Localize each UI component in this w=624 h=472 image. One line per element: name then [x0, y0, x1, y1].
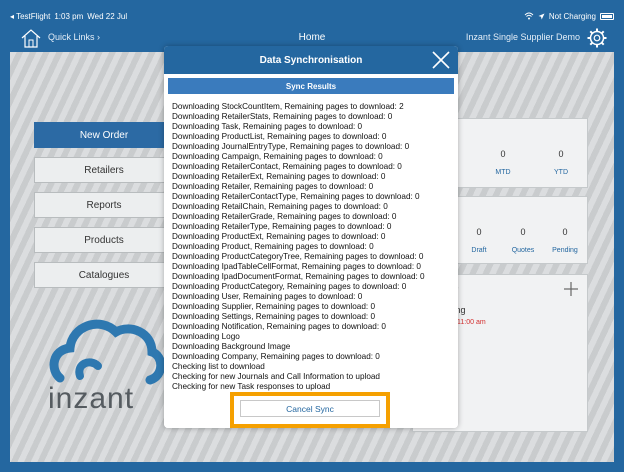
log-line: Downloading RetailerGrade, Remaining pag… — [172, 212, 397, 221]
log-line: Downloading ProductExt, Remaining pages … — [172, 232, 386, 241]
log-line: Downloading JournalEntryType, Remaining … — [172, 142, 410, 151]
log-line: Downloading ProductList, Remaining pages… — [172, 132, 387, 141]
log-line: Downloading IpadTableCellFormat, Remaini… — [172, 262, 421, 271]
stat-value: 0 — [476, 227, 482, 237]
add-icon[interactable] — [563, 281, 579, 297]
carrier-label: ◂ TestFlight — [10, 11, 51, 21]
log-line: Downloading Background Image — [172, 342, 291, 351]
new-order-button[interactable]: New Order — [34, 122, 174, 148]
stat-quotes[interactable]: 0 Quotes — [503, 227, 543, 254]
modal-header: Data Synchronisation — [164, 46, 458, 74]
log-line: Checking for new Journals and Call Infor… — [172, 372, 380, 381]
log-line: Downloading Task, Remaining pages to dow… — [172, 122, 363, 131]
status-date: Wed 22 Jul — [87, 11, 128, 21]
log-line: Downloading Settings, Remaining pages to… — [172, 312, 376, 321]
modal-title: Data Synchronisation — [259, 54, 363, 66]
catalogues-button[interactable]: Catalogues — [34, 262, 174, 288]
log-line: Downloading Logo — [172, 332, 240, 341]
stat-mtd: 0 MTD — [483, 149, 523, 176]
stat-label: Pending — [552, 247, 578, 254]
stat-value: 0 — [562, 227, 568, 237]
log-line: Checking for new Task responses to uploa… — [172, 382, 331, 391]
log-line: Downloading Campaign, Remaining pages to… — [172, 152, 383, 161]
status-time: 1:03 pm — [54, 11, 84, 21]
location-icon — [538, 13, 545, 19]
wifi-icon — [524, 12, 534, 20]
log-line: Downloading Notification, Remaining page… — [172, 322, 386, 331]
supplier-name[interactable]: Inzant Single Supplier Demo — [466, 32, 580, 42]
battery-icon — [600, 12, 614, 20]
stat-label: Quotes — [511, 247, 535, 254]
stat-label: MTD — [495, 169, 511, 176]
stat-value: 0 — [558, 149, 564, 159]
data-sync-modal: Data Synchronisation Sync Results Downlo… — [164, 46, 458, 428]
log-line: Downloading RetailerExt, Remaining pages… — [172, 172, 386, 181]
sync-results-header: Sync Results — [168, 78, 454, 94]
products-button[interactable]: Products — [34, 227, 174, 253]
log-line: Downloading ProductCategory, Remaining p… — [172, 282, 407, 291]
stat-draft[interactable]: 0 Draft — [459, 227, 499, 254]
charging-status: Not Charging — [548, 11, 596, 21]
log-line: Downloading RetailerStats, Remaining pag… — [172, 112, 393, 121]
log-line: Downloading RetailerContact, Remaining p… — [172, 162, 402, 171]
log-line: Downloading Supplier, Remaining pages to… — [172, 302, 376, 311]
stat-ytd: 0 YTD — [541, 149, 581, 176]
log-line: Downloading RetailerType, Remaining page… — [172, 222, 392, 231]
log-line: Downloading Retailer, Remaining pages to… — [172, 182, 374, 191]
log-line: Downloading StockCountItem, Remaining pa… — [172, 102, 404, 111]
gear-icon[interactable] — [586, 27, 608, 49]
log-line: Downloading User, Remaining pages to dow… — [172, 292, 363, 301]
log-line: Checking list to download — [172, 362, 265, 371]
log-line: Downloading Product, Remaining pages to … — [172, 242, 374, 251]
stat-label: YTD — [554, 169, 568, 176]
log-line: Downloading RetailerContactType, Remaini… — [172, 192, 420, 201]
reports-button[interactable]: Reports — [34, 192, 174, 218]
stat-pending[interactable]: 0 Pending — [545, 227, 585, 254]
stat-label: Draft — [471, 247, 487, 254]
log-line: Downloading ProductCategoryTree, Remaini… — [172, 252, 424, 261]
retailers-button[interactable]: Retailers — [34, 157, 174, 183]
sync-log[interactable]: Downloading StockCountItem, Remaining pa… — [172, 102, 452, 392]
logo-text: inzant — [48, 382, 135, 415]
log-line: Downloading Company, Remaining pages to … — [172, 352, 380, 361]
status-bar: ◂ TestFlight 1:03 pm Wed 22 Jul Not Char… — [10, 8, 614, 24]
highlight-box — [230, 392, 390, 428]
calendar-event-time: 11:00 am — [457, 319, 486, 326]
close-icon[interactable] — [430, 49, 452, 71]
stat-value: 0 — [520, 227, 526, 237]
log-line: Downloading IpadDocumentFormat, Remainin… — [172, 272, 425, 281]
stat-value: 0 — [500, 149, 506, 159]
log-line: Downloading RetailChain, Remaining pages… — [172, 202, 388, 211]
